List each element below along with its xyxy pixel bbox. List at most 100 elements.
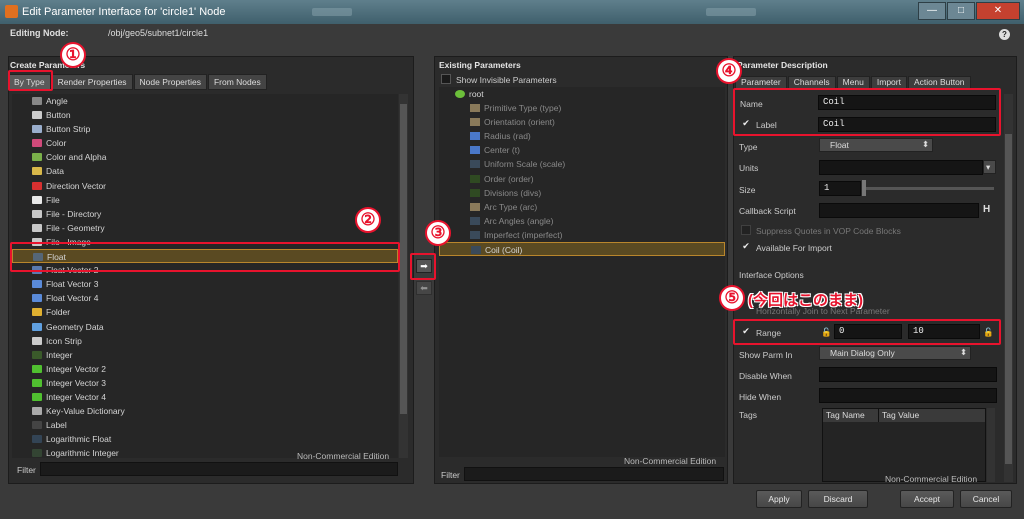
available-import-checkbox[interactable]: ✔: [741, 242, 751, 252]
list-item[interactable]: File - Image: [12, 235, 398, 249]
description-scrollbar[interactable]: [1004, 94, 1013, 482]
tree-item[interactable]: Order (order): [439, 172, 725, 186]
units-dropdown-button[interactable]: ▾: [983, 160, 996, 174]
tab-action-button[interactable]: Action Button: [907, 76, 971, 89]
list-item[interactable]: Button: [12, 108, 398, 122]
list-item[interactable]: Float: [12, 249, 398, 264]
minimize-button[interactable]: —: [918, 2, 946, 20]
label-field[interactable]: Coil: [818, 117, 996, 132]
filter-input[interactable]: [464, 467, 724, 481]
list-item[interactable]: Logarithmic Float: [12, 432, 398, 446]
type-dropdown[interactable]: Float: [819, 138, 933, 152]
tag-name-header[interactable]: Tag Name: [823, 409, 879, 422]
cancel-button[interactable]: Cancel: [960, 490, 1012, 508]
lock-icon[interactable]: 🔓: [983, 327, 994, 338]
list-item[interactable]: Integer Vector 4: [12, 390, 398, 404]
list-item[interactable]: File: [12, 193, 398, 207]
tree-item[interactable]: Arc Angles (angle): [439, 214, 725, 228]
help-icon[interactable]: ?: [999, 29, 1010, 40]
add-parameter-arrow-button[interactable]: ➡: [416, 259, 432, 273]
tab-channels[interactable]: Channels: [787, 76, 836, 89]
tab-menu[interactable]: Menu: [836, 76, 870, 89]
tab-node-properties[interactable]: Node Properties: [133, 74, 207, 90]
list-item[interactable]: Folder: [12, 305, 398, 319]
scroll-thumb[interactable]: [400, 104, 407, 414]
lock-icon[interactable]: 🔓: [821, 327, 832, 338]
tree-item[interactable]: Orientation (orient): [439, 115, 725, 129]
filter-input[interactable]: [40, 462, 398, 476]
hscript-icon[interactable]: H: [983, 204, 990, 215]
list-item[interactable]: Icon Strip: [12, 334, 398, 348]
apply-button[interactable]: Apply: [756, 490, 802, 508]
list-item[interactable]: Integer Vector 3: [12, 376, 398, 390]
label-label: Label: [756, 120, 777, 130]
tag-value-header[interactable]: Tag Value: [879, 409, 986, 422]
tags-table[interactable]: Tag Name Tag Value: [822, 408, 986, 482]
list-item[interactable]: File - Geometry: [12, 221, 398, 235]
color-wheel-icon: [32, 139, 42, 148]
parameter-type-list[interactable]: Angle Button Button Strip Color Color and Al…: [12, 94, 398, 458]
tree-item[interactable]: Uniform Scale (scale): [439, 157, 725, 171]
units-field[interactable]: [819, 160, 983, 175]
houdini-logo-icon: [5, 5, 18, 18]
suppress-quotes-checkbox[interactable]: [741, 225, 751, 235]
accept-button[interactable]: Accept: [900, 490, 954, 508]
label-checkbox[interactable]: ✔: [741, 119, 751, 129]
file-geometry-icon: [32, 223, 42, 232]
list-item[interactable]: Float Vector 2: [12, 263, 398, 277]
dropdown-arrow-icon: ⬍: [960, 347, 968, 357]
size-field[interactable]: 1: [819, 181, 861, 196]
size-slider-handle[interactable]: [862, 180, 866, 196]
tree-item[interactable]: root: [439, 87, 725, 101]
tree-item[interactable]: Center (t): [439, 143, 725, 157]
disable-when-field[interactable]: [819, 367, 997, 382]
size-slider-track[interactable]: [864, 187, 994, 190]
discard-button[interactable]: Discard: [808, 490, 868, 508]
integer-icon: [32, 350, 42, 359]
scroll-thumb[interactable]: [1005, 134, 1012, 464]
list-item[interactable]: Button Strip: [12, 122, 398, 136]
direction-vector-icon: [32, 181, 42, 190]
list-item[interactable]: Label: [12, 418, 398, 432]
existing-parameters-tree[interactable]: root Primitive Type (type) Orientation (or…: [439, 87, 725, 457]
list-item[interactable]: Key-Value Dictionary: [12, 404, 398, 418]
list-item[interactable]: Color: [12, 136, 398, 150]
show-invisible-checkbox[interactable]: [441, 74, 451, 84]
tab-parameter[interactable]: Parameter: [735, 76, 787, 89]
editing-node-label: Editing Node:: [10, 28, 69, 38]
tab-from-nodes[interactable]: From Nodes: [207, 74, 267, 90]
file-image-icon: [32, 237, 42, 246]
list-item[interactable]: Integer Vector 2: [12, 362, 398, 376]
list-item[interactable]: Color and Alpha: [12, 150, 398, 164]
close-button[interactable]: ✕: [976, 2, 1020, 20]
list-item[interactable]: Geometry Data: [12, 320, 398, 334]
tab-by-type[interactable]: By Type: [8, 74, 51, 90]
list-item[interactable]: Float Vector 3: [12, 277, 398, 291]
tree-item[interactable]: Primitive Type (type): [439, 101, 725, 115]
remove-parameter-arrow-button[interactable]: ⬅: [416, 281, 432, 295]
maximize-button[interactable]: □: [947, 2, 975, 20]
tree-item[interactable]: Radius (rad): [439, 129, 725, 143]
tree-item[interactable]: Imperfect (imperfect): [439, 228, 725, 242]
type-list-scrollbar[interactable]: [399, 94, 408, 458]
tags-scrollbar[interactable]: [987, 408, 995, 482]
range-max-field[interactable]: 10: [908, 324, 980, 339]
list-item[interactable]: Float Vector 4: [12, 291, 398, 305]
tab-render-properties[interactable]: Render Properties: [51, 74, 133, 90]
range-checkbox[interactable]: ✔: [741, 327, 751, 337]
hide-when-field[interactable]: [819, 388, 997, 403]
list-item[interactable]: Data: [12, 164, 398, 178]
tab-import[interactable]: Import: [870, 76, 907, 89]
list-item[interactable]: Integer: [12, 348, 398, 362]
annotation-note: (今回はこのまま): [748, 292, 863, 309]
show-parm-dropdown[interactable]: Main Dialog Only: [819, 346, 971, 360]
list-item[interactable]: Angle: [12, 94, 398, 108]
tree-item[interactable]: Coil (Coil): [439, 242, 725, 257]
callback-script-field[interactable]: [819, 203, 979, 218]
tree-item[interactable]: Divisions (divs): [439, 186, 725, 200]
name-field[interactable]: Coil: [818, 95, 996, 110]
list-item[interactable]: File - Directory: [12, 207, 398, 221]
range-min-field[interactable]: 0: [834, 324, 902, 339]
tree-item[interactable]: Arc Type (arc): [439, 200, 725, 214]
list-item[interactable]: Direction Vector: [12, 179, 398, 193]
